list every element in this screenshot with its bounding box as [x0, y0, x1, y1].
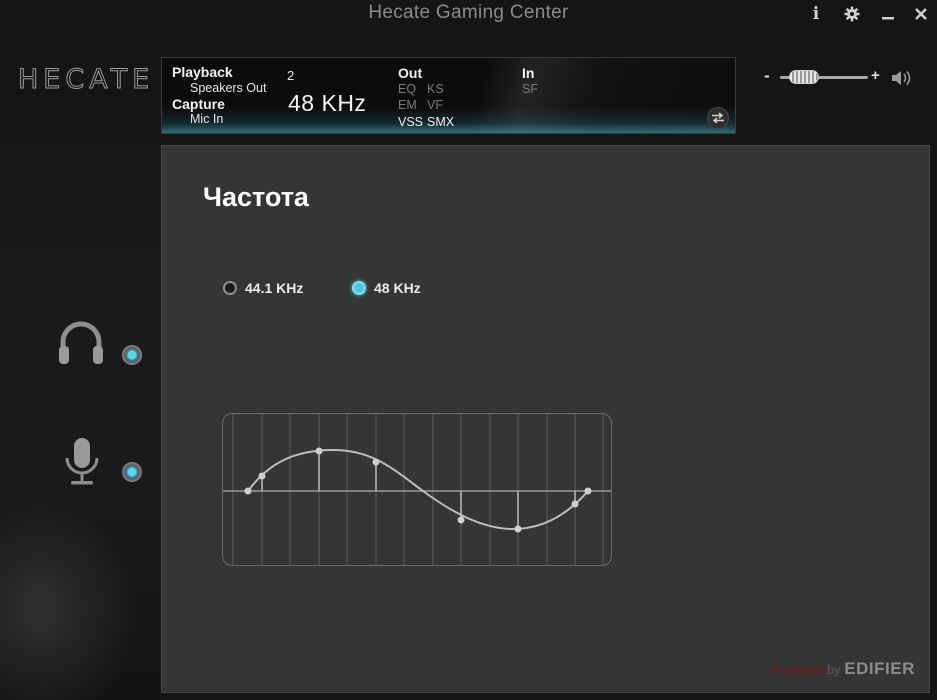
- gear-icon: [844, 6, 860, 22]
- minimize-button[interactable]: [877, 3, 899, 25]
- out-effect-em: EM: [398, 98, 417, 112]
- main-panel: Частота 44.1 KHz 48 KHz Powered by EDIFI…: [161, 145, 930, 693]
- volume-minus-button[interactable]: -: [764, 66, 770, 86]
- out-effect-smx: SMX: [427, 115, 455, 129]
- out-effect-vf: VF: [427, 98, 443, 112]
- sample-rate-display: 48 KHz: [288, 90, 367, 116]
- out-effect-eq: EQ: [398, 82, 417, 96]
- volume-control: - +: [762, 66, 922, 92]
- close-icon: [915, 8, 927, 20]
- status-panel: Playback Speakers Out Capture Mic In 2 4…: [161, 57, 736, 134]
- swap-devices-button[interactable]: [707, 107, 729, 129]
- headphones-icon[interactable]: [56, 318, 106, 368]
- edifier-logo: EDIFIER: [844, 659, 915, 678]
- playback-label: Playback: [172, 64, 233, 80]
- out-effect-vss: VSS: [398, 115, 424, 129]
- hecate-logo: HECATE: [18, 64, 155, 96]
- out-effect-ks: KS: [427, 82, 444, 96]
- microphone-icon[interactable]: [62, 436, 102, 488]
- powered-text: Powered: [772, 662, 824, 677]
- swap-arrows-icon: [712, 112, 724, 124]
- capture-device: Mic In: [190, 112, 224, 126]
- sampling-waveform-illustration: [222, 413, 612, 566]
- radio-44100[interactable]: 44.1 KHz: [223, 280, 303, 296]
- radio-48000-label: 48 KHz: [374, 280, 421, 296]
- microphone-status-indicator[interactable]: [122, 462, 142, 482]
- background-artwork: [0, 140, 160, 700]
- radio-44100-indicator: [223, 281, 237, 295]
- minimize-icon: [882, 17, 894, 20]
- info-icon: i: [812, 4, 820, 24]
- in-effect-sf: SF: [522, 82, 538, 96]
- in-label: In: [522, 65, 535, 81]
- radio-48000[interactable]: 48 KHz: [352, 280, 421, 296]
- volume-slider-handle[interactable]: [788, 70, 819, 84]
- volume-plus-button[interactable]: +: [871, 67, 880, 84]
- close-button[interactable]: [910, 3, 932, 25]
- headphones-status-indicator[interactable]: [122, 345, 142, 365]
- powered-by-edifier: Powered by EDIFIER: [772, 659, 915, 679]
- channel-count: 2: [287, 68, 295, 83]
- playback-device: Speakers Out: [190, 81, 267, 95]
- settings-button[interactable]: [841, 3, 863, 25]
- radio-48000-indicator: [352, 281, 366, 295]
- by-text: by: [826, 662, 841, 677]
- speaker-volume-icon[interactable]: [891, 69, 913, 87]
- out-label: Out: [398, 65, 423, 81]
- section-title: Частота: [203, 182, 309, 212]
- radio-44100-label: 44.1 KHz: [245, 280, 304, 296]
- title-bar: Hecate Gaming Center i: [0, 0, 937, 40]
- info-button[interactable]: i: [805, 3, 827, 25]
- app-title: Hecate Gaming Center: [368, 2, 569, 23]
- sampling-waveform-graphic: [223, 414, 611, 565]
- capture-label: Capture: [172, 96, 225, 112]
